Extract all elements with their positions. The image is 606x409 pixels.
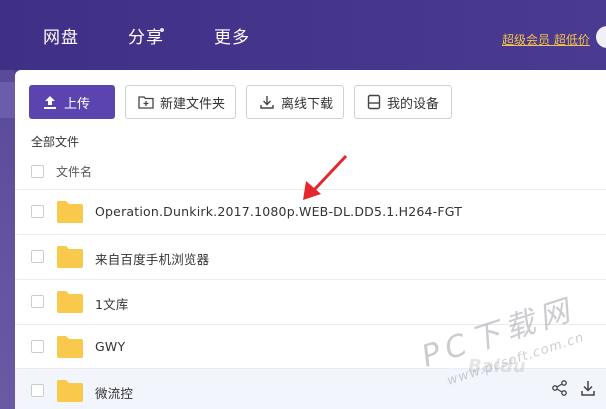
my-devices-button[interactable]: 我的设备 — [354, 85, 452, 119]
sidebar-highlight — [0, 82, 15, 118]
row-checkbox[interactable] — [31, 250, 44, 263]
upload-icon — [44, 96, 56, 109]
top-navigation-bar: 网盘 分享 更多 超级会员 超低价 — [0, 0, 606, 70]
folder-icon — [57, 201, 83, 223]
my-devices-label: 我的设备 — [387, 96, 440, 112]
new-folder-button[interactable]: 新建文件夹 — [125, 85, 236, 119]
file-name[interactable]: GWY — [95, 339, 125, 354]
table-row[interactable]: GWY — [15, 324, 606, 368]
file-name[interactable]: Operation.Dunkirk.2017.1080p.WEB-DL.DD5.… — [95, 204, 462, 219]
upload-button[interactable]: 上传 — [29, 85, 115, 119]
row-actions — [551, 379, 597, 397]
folder-icon — [57, 291, 83, 313]
new-folder-icon — [138, 96, 154, 109]
select-all-checkbox[interactable] — [31, 165, 44, 178]
download-icon — [260, 96, 274, 109]
column-header-filename[interactable]: 文件名 — [56, 163, 92, 180]
folder-icon — [57, 380, 83, 402]
folder-icon — [57, 336, 83, 358]
upload-label: 上传 — [64, 96, 91, 112]
row-checkbox[interactable] — [31, 295, 44, 308]
breadcrumb[interactable]: 全部文件 — [31, 133, 79, 150]
offline-download-label: 离线下载 — [281, 96, 334, 112]
table-row[interactable]: 1文库 — [15, 279, 606, 323]
device-icon — [367, 94, 381, 110]
file-name[interactable]: 微流控 — [95, 383, 133, 402]
notification-dot — [160, 28, 164, 32]
table-row[interactable]: Operation.Dunkirk.2017.1080p.WEB-DL.DD5.… — [15, 189, 606, 233]
nav-tab-netdisk[interactable]: 网盘 — [43, 27, 79, 49]
folder-icon — [57, 246, 83, 268]
download-icon[interactable] — [579, 379, 597, 397]
row-checkbox[interactable] — [31, 340, 44, 353]
vip-promo-link[interactable]: 超级会员 超低价 — [502, 31, 590, 48]
share-icon[interactable] — [551, 379, 569, 397]
row-checkbox[interactable] — [31, 384, 44, 397]
table-row[interactable]: 来自百度手机浏览器 — [15, 234, 606, 278]
offline-download-button[interactable]: 离线下载 — [246, 85, 344, 119]
sidebar-edge — [0, 70, 15, 409]
table-row[interactable]: 微流控 — [15, 368, 606, 409]
nav-tab-share[interactable]: 分享 — [128, 27, 164, 49]
file-name[interactable]: 1文库 — [95, 294, 129, 313]
file-name[interactable]: 来自百度手机浏览器 — [95, 249, 209, 268]
row-checkbox[interactable] — [31, 205, 44, 218]
avatar[interactable] — [596, 26, 606, 48]
new-folder-label: 新建文件夹 — [160, 96, 226, 112]
nav-tab-more[interactable]: 更多 — [214, 27, 250, 49]
